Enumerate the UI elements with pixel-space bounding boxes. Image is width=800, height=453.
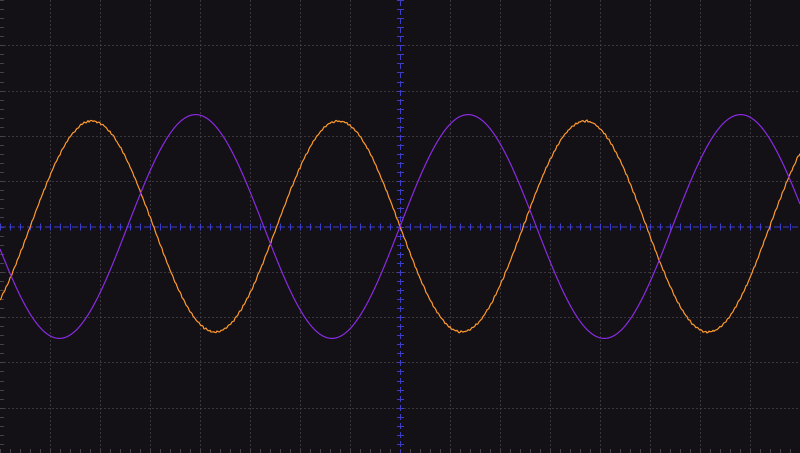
oscilloscope-screen [0, 0, 800, 453]
oscilloscope-display [0, 0, 800, 453]
